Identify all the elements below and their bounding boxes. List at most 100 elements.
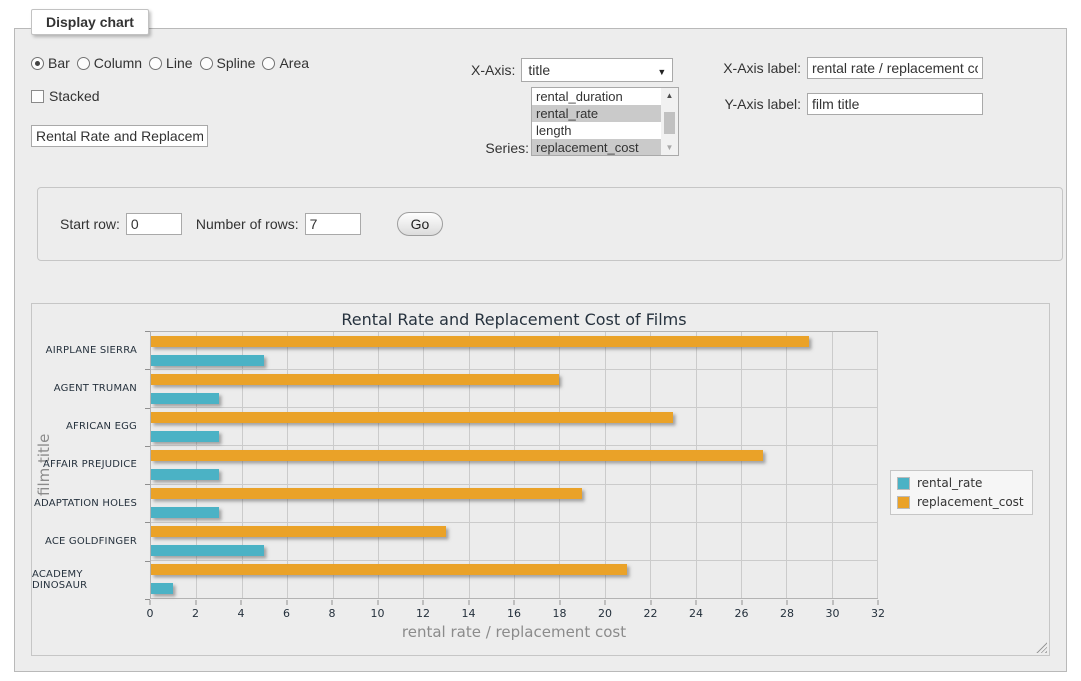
category-label: AIRPLANE SIERRA bbox=[32, 331, 144, 369]
chart-rows bbox=[151, 332, 877, 598]
x-tick-mark bbox=[832, 600, 833, 605]
chart-type-option-line[interactable]: Line bbox=[149, 55, 192, 71]
legend-swatch-icon bbox=[897, 496, 910, 509]
x-tick-label: 32 bbox=[871, 607, 885, 620]
x-tick-mark bbox=[787, 600, 788, 605]
legend-entry-replacement_cost: replacement_cost bbox=[897, 495, 1024, 509]
category-label: ADAPTATION HOLES bbox=[32, 484, 144, 522]
category-label: ACADEMY DINOSAUR bbox=[32, 561, 144, 599]
num-rows-input[interactable] bbox=[305, 213, 361, 235]
x-axis-label-label: X-Axis label: bbox=[721, 60, 801, 76]
x-tick-label: 10 bbox=[371, 607, 385, 620]
x-tick-mark bbox=[332, 600, 333, 605]
chart-type-option-spline[interactable]: Spline bbox=[200, 55, 256, 71]
radio-icon[interactable] bbox=[149, 57, 162, 70]
num-rows-label: Number of rows: bbox=[196, 216, 299, 232]
scroll-down-icon[interactable] bbox=[661, 140, 678, 155]
chart-row bbox=[151, 561, 877, 598]
x-tick-mark bbox=[150, 600, 151, 605]
bar-rental_rate bbox=[151, 431, 219, 442]
stacked-checkbox[interactable] bbox=[31, 90, 44, 103]
series-option-rental_duration[interactable]: rental_duration bbox=[532, 88, 661, 105]
series-option-length[interactable]: length bbox=[532, 122, 661, 139]
chart-legend: rental_rate replacement_cost bbox=[890, 470, 1033, 515]
radio-icon[interactable] bbox=[77, 57, 90, 70]
radio-option-label: Column bbox=[94, 55, 142, 71]
x-tick-mark bbox=[650, 600, 651, 605]
resize-handle-icon[interactable] bbox=[1036, 642, 1047, 653]
chart-row bbox=[151, 523, 877, 561]
chart-title: Rental Rate and Replacement Cost of Film… bbox=[150, 310, 878, 329]
legend-swatch-icon bbox=[897, 477, 910, 490]
fieldset-legend: Display chart bbox=[31, 9, 149, 35]
x-tick-mark bbox=[741, 600, 742, 605]
category-label: AFRICAN EGG bbox=[32, 408, 144, 446]
series-option-replacement_cost[interactable]: replacement_cost bbox=[532, 139, 661, 156]
x-tick-label: 22 bbox=[644, 607, 658, 620]
y-axis-label-input[interactable] bbox=[807, 93, 983, 115]
chevron-down-icon bbox=[657, 62, 666, 78]
chart-type-option-bar[interactable]: Bar bbox=[31, 55, 70, 71]
series-option-rental_rate[interactable]: rental_rate bbox=[532, 105, 661, 122]
x-tick-mark bbox=[878, 600, 879, 605]
legend-label: rental_rate bbox=[917, 476, 982, 490]
radio-icon[interactable] bbox=[200, 57, 213, 70]
x-tick-mark bbox=[241, 600, 242, 605]
bar-rental_rate bbox=[151, 355, 264, 366]
stacked-label: Stacked bbox=[49, 88, 100, 104]
x-tick-label: 8 bbox=[329, 607, 336, 620]
x-tick-label: 6 bbox=[283, 607, 290, 620]
x-tick-mark bbox=[286, 600, 287, 605]
category-label: ACE GOLDFINGER bbox=[32, 522, 144, 560]
radio-icon[interactable] bbox=[262, 57, 275, 70]
chart-type-option-column[interactable]: Column bbox=[77, 55, 142, 71]
x-tick-mark bbox=[514, 600, 515, 605]
gridline bbox=[877, 332, 878, 598]
chart-canvas: Rental Rate and Replacement Cost of Film… bbox=[31, 303, 1050, 656]
series-listbox-scrollbar[interactable] bbox=[661, 88, 678, 155]
bar-replacement_cost bbox=[151, 336, 809, 347]
scrollbar-thumb[interactable] bbox=[664, 112, 675, 134]
chart-type-option-area[interactable]: Area bbox=[262, 55, 309, 71]
radio-option-label: Spline bbox=[217, 55, 256, 71]
x-tick-label: 2 bbox=[192, 607, 199, 620]
radio-option-label: Area bbox=[279, 55, 309, 71]
x-axis-select[interactable]: title bbox=[521, 58, 673, 82]
x-tick-mark bbox=[696, 600, 697, 605]
start-row-input[interactable] bbox=[126, 213, 182, 235]
plot-area bbox=[150, 331, 878, 599]
bar-replacement_cost bbox=[151, 564, 627, 575]
bar-replacement_cost bbox=[151, 488, 582, 499]
x-tick-mark bbox=[468, 600, 469, 605]
chart-title-input[interactable] bbox=[31, 125, 208, 147]
chart-row bbox=[151, 332, 877, 370]
bar-rental_rate bbox=[151, 545, 264, 556]
x-axis-label-input[interactable] bbox=[807, 57, 983, 79]
x-tick-label: 18 bbox=[553, 607, 567, 620]
stacked-option[interactable]: Stacked bbox=[31, 88, 100, 104]
scroll-up-icon[interactable] bbox=[661, 88, 678, 103]
x-tick-label: 30 bbox=[826, 607, 840, 620]
y-axis-label-label: Y-Axis label: bbox=[721, 96, 801, 112]
row-range-panel: Start row: Number of rows: Go bbox=[37, 187, 1063, 261]
chart-type-radio-group: Bar Column Line Spline Area bbox=[31, 55, 316, 71]
chart-row bbox=[151, 370, 877, 408]
x-tick-label: 0 bbox=[147, 607, 154, 620]
go-button[interactable]: Go bbox=[397, 212, 444, 236]
x-tick-labels: 02468101214161820222426283032 bbox=[150, 599, 878, 623]
category-label: AFFAIR PREJUDICE bbox=[32, 446, 144, 484]
chart-row bbox=[151, 408, 877, 446]
start-row-label: Start row: bbox=[60, 216, 120, 232]
bar-replacement_cost bbox=[151, 450, 763, 461]
series-select-label: Series: bbox=[469, 140, 529, 156]
x-tick-label: 28 bbox=[780, 607, 794, 620]
radio-icon[interactable] bbox=[31, 57, 44, 70]
bar-rental_rate bbox=[151, 507, 219, 518]
x-tick-label: 20 bbox=[598, 607, 612, 620]
radio-option-label: Bar bbox=[48, 55, 70, 71]
bar-rental_rate bbox=[151, 469, 219, 480]
radio-option-label: Line bbox=[166, 55, 192, 71]
series-listbox[interactable]: rental_durationrental_ratelengthreplacem… bbox=[531, 87, 679, 156]
x-tick-label: 24 bbox=[689, 607, 703, 620]
x-tick-label: 16 bbox=[507, 607, 521, 620]
